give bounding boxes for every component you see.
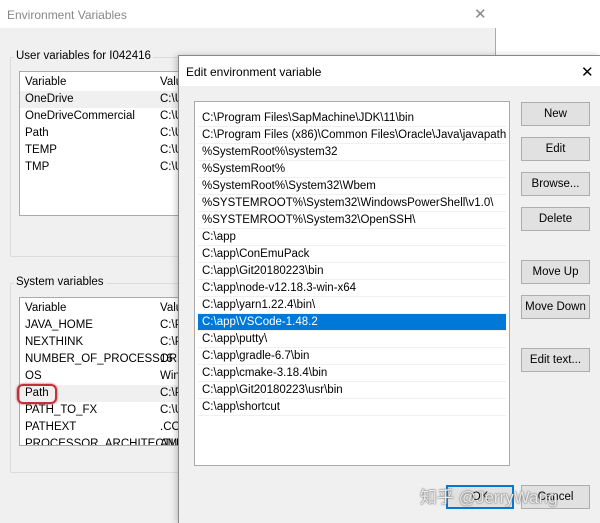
edit-text-button[interactable]: Edit text... (521, 348, 590, 372)
user-variables-list[interactable]: Variable Value OneDrive C:\U OneDriveCommer… (19, 71, 189, 216)
move-down-button[interactable]: Move Down (521, 295, 590, 319)
variable-value: Win (160, 370, 180, 382)
header-variable: Variable (25, 76, 67, 88)
system-variables-list[interactable]: Variable Valu JAVA_HOME C:\P NEXTHINK C:\P NU… (19, 297, 189, 446)
path-entry[interactable]: C:\app\gradle-6.7\bin (198, 348, 506, 365)
list-item[interactable]: NUMBER_OF_PROCESSORS 16 (20, 351, 188, 368)
list-item[interactable]: JAVA_HOME C:\P (20, 317, 188, 334)
edit-environment-variable-dialog: Edit environment variable ✕ C:\Program F… (178, 55, 600, 523)
variable-name: PATH_TO_FX (25, 404, 98, 416)
dialog-title: Edit environment variable (186, 65, 322, 79)
move-up-button[interactable]: Move Up (521, 260, 590, 284)
path-entry[interactable]: C:\app\shortcut (198, 399, 506, 416)
variable-value: AM (160, 438, 178, 446)
path-entry[interactable]: C:\app\ConEmuPack (198, 246, 506, 263)
path-entry[interactable]: C:\app\Git20180223\usr\bin (198, 382, 506, 399)
list-item[interactable]: PROCESSOR_ARCHITECTU AM (20, 436, 188, 446)
system-variables-label: System variables (14, 276, 106, 288)
delete-button[interactable]: Delete (521, 207, 590, 231)
edit-button[interactable]: Edit (521, 137, 590, 161)
variable-name: OneDrive (25, 93, 74, 105)
watermark: 知乎 @JerryWang (420, 488, 558, 507)
path-entry[interactable]: C:\app\node-v12.18.3-win-x64 (198, 280, 506, 297)
path-entry[interactable]: %SYSTEMROOT%\System32\OpenSSH\ (198, 212, 506, 229)
variable-name: NEXTHINK (25, 336, 84, 348)
list-header[interactable]: Variable Valu (20, 300, 188, 317)
list-item[interactable]: TMP C:\U (20, 159, 188, 176)
path-entry[interactable]: %SYSTEMROOT%\System32\WindowsPowerShell\… (198, 195, 506, 212)
list-item[interactable]: NEXTHINK C:\P (20, 334, 188, 351)
list-item[interactable]: OneDriveCommercial C:\U (20, 108, 188, 125)
path-entry[interactable]: %SystemRoot% (198, 161, 506, 178)
list-item[interactable]: PATHEXT .CO (20, 419, 188, 436)
user-variables-label: User variables for I042416 (14, 50, 153, 62)
variable-name: TMP (25, 161, 50, 173)
list-item[interactable]: OS Win (20, 368, 188, 385)
variable-name: OneDriveCommercial (25, 110, 135, 122)
path-entry[interactable]: C:\app (198, 229, 506, 246)
path-entry[interactable]: C:\app\Git20180223\bin (198, 263, 506, 280)
header-variable: Variable (25, 302, 67, 314)
path-list[interactable]: C:\Program Files\SapMachine\JDK\11\bin C:… (194, 101, 510, 466)
path-entry[interactable]: C:\app\VSCode-1.48.2 (198, 314, 506, 331)
window-title: Environment Variables (7, 8, 127, 22)
variable-name: Path (25, 127, 49, 139)
list-item[interactable]: PATH_TO_FX C:\U (20, 402, 188, 419)
close-icon[interactable]: ✕ (581, 63, 594, 81)
variable-name: TEMP (25, 144, 57, 156)
new-button[interactable]: New (521, 102, 590, 126)
variable-name: OS (25, 370, 42, 382)
path-entry[interactable]: C:\Program Files (x86)\Common Files\Orac… (198, 127, 506, 144)
path-entry[interactable]: %SystemRoot%\System32\Wbem (198, 178, 506, 195)
list-header[interactable]: Variable Value (20, 74, 188, 91)
variable-name: JAVA_HOME (25, 319, 93, 331)
close-icon[interactable]: ✕ (474, 5, 487, 23)
path-highlight-circle (17, 384, 57, 404)
list-item[interactable]: TEMP C:\U (20, 142, 188, 159)
title-bar: Environment Variables ✕ (0, 0, 496, 28)
list-item[interactable]: OneDrive C:\U (20, 91, 188, 108)
variable-value: 16 (160, 353, 173, 365)
path-entry[interactable]: C:\app\yarn1.22.4\bin\ (198, 297, 506, 314)
path-entry[interactable]: C:\app\putty\ (198, 331, 506, 348)
title-bar: Edit environment variable ✕ (179, 56, 600, 86)
path-entry[interactable]: C:\Program Files\SapMachine\JDK\11\bin (198, 110, 506, 127)
list-item[interactable]: Path C:\U (20, 125, 188, 142)
path-entry[interactable]: %SystemRoot%\system32 (198, 144, 506, 161)
variable-name: PATHEXT (25, 421, 77, 433)
path-entry[interactable]: C:\app\cmake-3.18.4\bin (198, 365, 506, 382)
variable-name: PROCESSOR_ARCHITECTU (25, 438, 179, 446)
browse-button[interactable]: Browse... (521, 172, 590, 196)
